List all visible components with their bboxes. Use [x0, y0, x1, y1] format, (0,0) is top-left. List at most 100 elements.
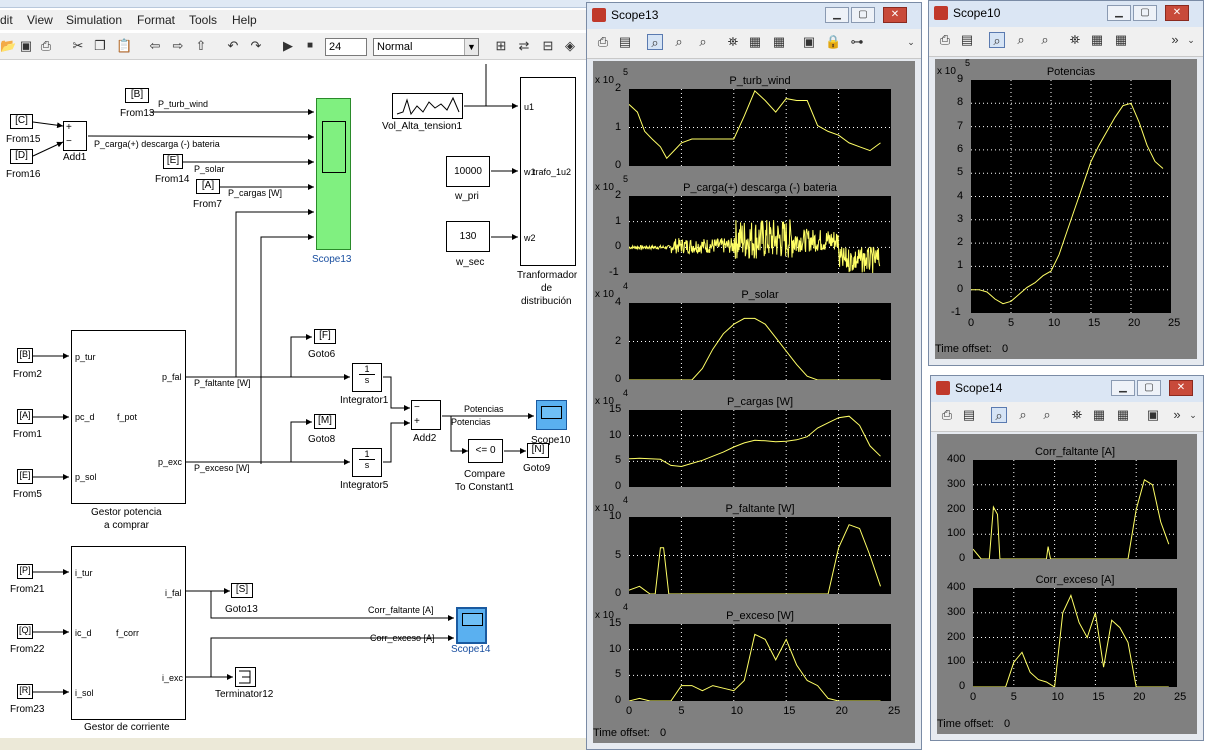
- start-simulation-icon[interactable]: ▶: [280, 38, 296, 54]
- goto6-block[interactable]: [F]: [314, 329, 336, 344]
- zoom-y-icon[interactable]: ⌕: [1037, 32, 1053, 48]
- goto9-block[interactable]: [N]: [527, 443, 549, 458]
- floating-scope-icon[interactable]: ▣: [801, 34, 817, 50]
- save-axes-icon[interactable]: ▦: [747, 34, 763, 50]
- scope13-plot-3-axes[interactable]: [629, 410, 891, 487]
- restore-axes-icon[interactable]: ▦: [771, 34, 787, 50]
- scope13-plot-0-axes[interactable]: [629, 89, 891, 166]
- zoom-icon[interactable]: ⌕: [647, 34, 663, 50]
- maximize-button[interactable]: ▢: [1133, 5, 1157, 21]
- stop-time-input[interactable]: 24: [325, 38, 367, 56]
- model-explorer-icon[interactable]: ◈: [562, 38, 578, 54]
- print-icon[interactable]: ⎙: [38, 38, 54, 54]
- copy-icon[interactable]: ❐: [92, 38, 108, 54]
- scope14-plot-0-axes[interactable]: [973, 460, 1177, 559]
- signal-selection-icon[interactable]: ⊶: [849, 34, 865, 50]
- parameters-icon[interactable]: ▤: [617, 34, 633, 50]
- simulation-mode-select[interactable]: Normal ▼: [373, 38, 479, 56]
- from7-block[interactable]: [A]: [196, 179, 220, 194]
- build-icon[interactable]: ⊞: [493, 38, 509, 54]
- up-icon[interactable]: ⇧: [193, 38, 209, 54]
- autoscale-icon[interactable]: ⛯: [1069, 407, 1085, 423]
- w-sec-block[interactable]: 130: [446, 221, 490, 252]
- parameters-icon[interactable]: ▤: [961, 407, 977, 423]
- restore-axes-icon[interactable]: ▦: [1113, 32, 1129, 48]
- compare-to-constant-block[interactable]: <= 0: [468, 439, 503, 463]
- chevron-down-icon[interactable]: ▼: [464, 39, 478, 55]
- toolbar-overflow-icon[interactable]: »: [1169, 407, 1185, 423]
- zoom-x-icon[interactable]: ⌕: [1013, 32, 1029, 48]
- integrator5-block[interactable]: 1s: [352, 448, 382, 477]
- scope13-plot-1-axes[interactable]: [629, 196, 891, 273]
- library-browser-icon[interactable]: ⊟: [540, 38, 556, 54]
- update-diagram-icon[interactable]: ⇄: [516, 38, 532, 54]
- menu-edit[interactable]: dit: [0, 13, 13, 27]
- toolbar-overflow-icon[interactable]: »: [1167, 32, 1183, 48]
- print-icon[interactable]: ⎙: [939, 407, 955, 423]
- forward-icon[interactable]: ⇨: [170, 38, 186, 54]
- close-button[interactable]: ✕: [1165, 5, 1189, 21]
- zoom-y-icon[interactable]: ⌕: [695, 34, 711, 50]
- print-icon[interactable]: ⎙: [937, 32, 953, 48]
- paste-icon[interactable]: 📋: [116, 38, 132, 54]
- close-button[interactable]: ✕: [883, 7, 907, 23]
- from5-block[interactable]: [E]: [17, 469, 33, 484]
- scope13-block[interactable]: [316, 98, 351, 250]
- lock-icon[interactable]: 🔒: [825, 34, 841, 50]
- zoom-y-icon[interactable]: ⌕: [1039, 407, 1055, 423]
- toolbar-more-icon[interactable]: ⌄: [1183, 32, 1199, 48]
- menu-help[interactable]: Help: [232, 13, 257, 27]
- from14-block[interactable]: [E]: [163, 154, 183, 169]
- zoom-x-icon[interactable]: ⌕: [671, 34, 687, 50]
- transformer-block[interactable]: u1 w1 trafo_1u2 w2: [520, 77, 576, 266]
- w-pri-block[interactable]: 10000: [446, 156, 490, 187]
- redo-icon[interactable]: ↷: [248, 38, 264, 54]
- from2-block[interactable]: [B]: [17, 348, 33, 363]
- close-button[interactable]: ✕: [1169, 380, 1193, 396]
- save-axes-icon[interactable]: ▦: [1091, 407, 1107, 423]
- from22-block[interactable]: [Q]: [17, 624, 33, 639]
- toolbar-more-icon[interactable]: ⌄: [1185, 407, 1201, 423]
- scope13-plot-2-axes[interactable]: [629, 303, 891, 380]
- from15-block[interactable]: [C]: [10, 114, 33, 129]
- add2-block[interactable]: − +: [411, 400, 441, 430]
- scope10-plot-axes[interactable]: [971, 80, 1171, 313]
- from23-block[interactable]: [R]: [17, 684, 33, 699]
- zoom-x-icon[interactable]: ⌕: [1015, 407, 1031, 423]
- menu-view[interactable]: View: [27, 13, 53, 27]
- terminator12-block[interactable]: [235, 667, 256, 687]
- back-icon[interactable]: ⇦: [147, 38, 163, 54]
- scope14-plot-1-axes[interactable]: [973, 588, 1177, 687]
- vol-alta-tension-block[interactable]: [392, 93, 463, 119]
- autoscale-icon[interactable]: ⛯: [1067, 32, 1083, 48]
- scope13-plot-5-axes[interactable]: [629, 624, 891, 701]
- from1-block[interactable]: [A]: [17, 409, 33, 424]
- minimize-button[interactable]: ▁: [825, 7, 849, 23]
- maximize-button[interactable]: ▢: [1137, 380, 1161, 396]
- parameters-icon[interactable]: ▤: [959, 32, 975, 48]
- toolbar-more-icon[interactable]: ⌄: [903, 34, 919, 50]
- from16-block[interactable]: [D]: [10, 149, 33, 164]
- save-axes-icon[interactable]: ▦: [1089, 32, 1105, 48]
- from13-block[interactable]: [B]: [125, 88, 149, 103]
- undo-icon[interactable]: ↶: [225, 38, 241, 54]
- cut-icon[interactable]: ✂: [70, 38, 86, 54]
- scope14-block[interactable]: [456, 607, 487, 644]
- gestor-corriente-block[interactable]: i_tur ic_d i_sol f_corr i_fal i_exc: [71, 546, 186, 720]
- zoom-icon[interactable]: ⌕: [989, 32, 1005, 48]
- integrator1-block[interactable]: 1s: [352, 363, 382, 392]
- maximize-button[interactable]: ▢: [851, 7, 875, 23]
- zoom-icon[interactable]: ⌕: [991, 407, 1007, 423]
- restore-axes-icon[interactable]: ▦: [1115, 407, 1131, 423]
- from21-block[interactable]: [P]: [17, 564, 33, 579]
- minimize-button[interactable]: ▁: [1107, 5, 1131, 21]
- menu-simulation[interactable]: Simulation: [66, 13, 122, 27]
- scope10-block[interactable]: [536, 400, 567, 430]
- minimize-button[interactable]: ▁: [1111, 380, 1135, 396]
- goto8-block[interactable]: [M]: [314, 414, 336, 429]
- goto13-block[interactable]: [S]: [231, 583, 253, 598]
- menu-tools[interactable]: Tools: [189, 13, 217, 27]
- menu-format[interactable]: Format: [137, 13, 175, 27]
- model-canvas[interactable]: [B] From13 P_turb_wind [C] From15 [D] Fr…: [0, 61, 590, 750]
- print-icon[interactable]: ⎙: [595, 34, 611, 50]
